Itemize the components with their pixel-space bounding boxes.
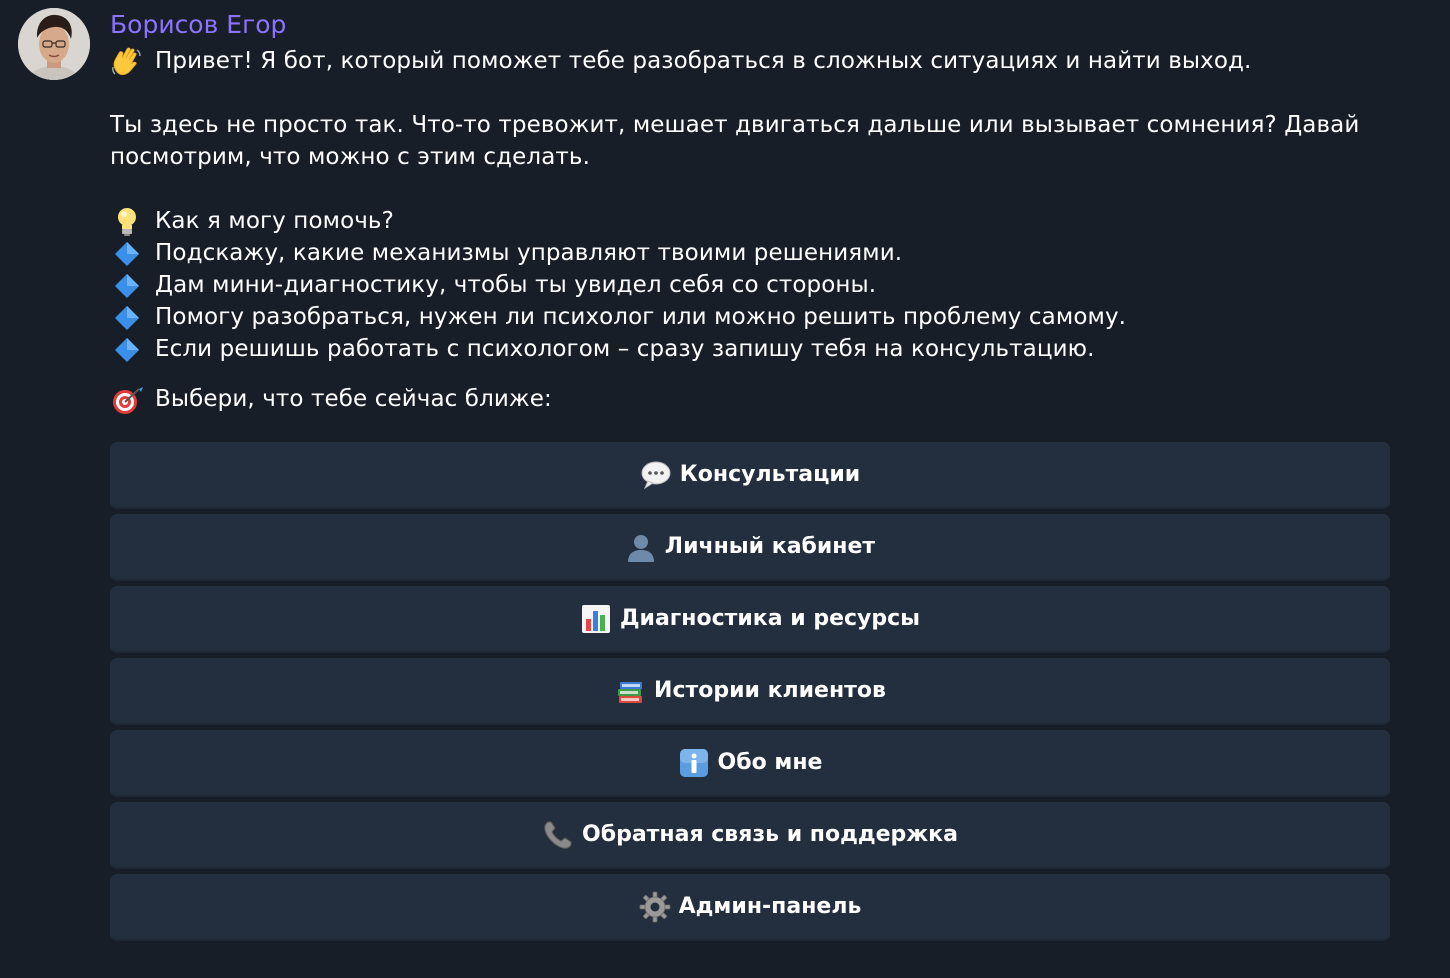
blue-diamond-icon — [110, 269, 146, 301]
choose-prompt-text: Выбери, что тебе сейчас ближе: — [155, 386, 552, 412]
help-title-line: Как я могу помочь? — [110, 205, 1405, 237]
bullet-item: Помогу разобраться, нужен ли психолог ил… — [110, 301, 1405, 333]
blue-diamond-icon — [110, 301, 146, 333]
button-label: Обратная связь и поддержка — [582, 822, 958, 847]
about-me-button[interactable]: Обо мне — [110, 730, 1390, 797]
blue-diamond-icon — [110, 333, 146, 365]
button-label: Истории клиентов — [654, 678, 886, 703]
button-label: Обо мне — [717, 750, 823, 775]
intro-line-2: посмотрим, что можно с этим сделать. — [110, 144, 590, 170]
person-avatar-icon — [18, 8, 90, 80]
bullet-item: Подскажу, какие механизмы управляют твои… — [110, 237, 1405, 269]
admin-panel-button[interactable]: Админ-панель — [110, 874, 1390, 941]
blue-diamond-icon — [110, 237, 146, 269]
greeting-text: Привет! Я бот, который поможет тебе разо… — [155, 48, 1252, 74]
bullet-text: Подскажу, какие механизмы управляют твои… — [155, 240, 903, 266]
consultations-button[interactable]: Консультации — [110, 442, 1390, 509]
personal-account-button[interactable]: Личный кабинет — [110, 514, 1390, 581]
sender-avatar[interactable] — [18, 8, 90, 80]
greeting-line: Привет! Я бот, который поможет тебе разо… — [110, 45, 1405, 77]
direct-hit-icon — [110, 383, 146, 415]
speech-bubble-icon — [640, 459, 672, 491]
help-title-text: Как я могу помочь? — [155, 208, 394, 234]
message-body: Привет! Я бот, который поможет тебе разо… — [110, 45, 1405, 415]
bullet-text: Дам мини-диагностику, чтобы ты увидел се… — [155, 272, 877, 298]
inline-keyboard: Консультации Личный кабинет Диагностика … — [110, 442, 1390, 946]
client-stories-button[interactable]: Истории клиентов — [110, 658, 1390, 725]
waving-hand-icon — [110, 45, 146, 77]
button-label: Админ-панель — [678, 894, 862, 919]
bullet-item: Если решишь работать с психологом – сраз… — [110, 333, 1405, 365]
button-label: Консультации — [679, 462, 861, 487]
bullet-text: Помогу разобраться, нужен ли психолог ил… — [155, 304, 1127, 330]
gear-icon — [639, 891, 671, 923]
button-label: Диагностика и ресурсы — [619, 606, 921, 631]
bullet-text: Если решишь работать с психологом – сраз… — [155, 336, 1095, 362]
books-icon — [614, 675, 646, 707]
bullet-item: Дам мини-диагностику, чтобы ты увидел се… — [110, 269, 1405, 301]
button-label: Личный кабинет — [664, 534, 876, 559]
choose-prompt-line: Выбери, что тебе сейчас ближе: — [110, 383, 1405, 415]
diagnostics-resources-button[interactable]: Диагностика и ресурсы — [110, 586, 1390, 653]
sender-name[interactable]: Борисов Егор — [110, 9, 286, 41]
feedback-support-button[interactable]: Обратная связь и поддержка — [110, 802, 1390, 869]
bar-chart-icon — [580, 603, 612, 635]
intro-line-1: Ты здесь не просто так. Что-то тревожит,… — [110, 112, 1360, 138]
user-silhouette-icon — [625, 531, 657, 563]
light-bulb-icon — [110, 205, 146, 237]
phone-icon — [542, 819, 574, 851]
info-icon — [678, 747, 710, 779]
